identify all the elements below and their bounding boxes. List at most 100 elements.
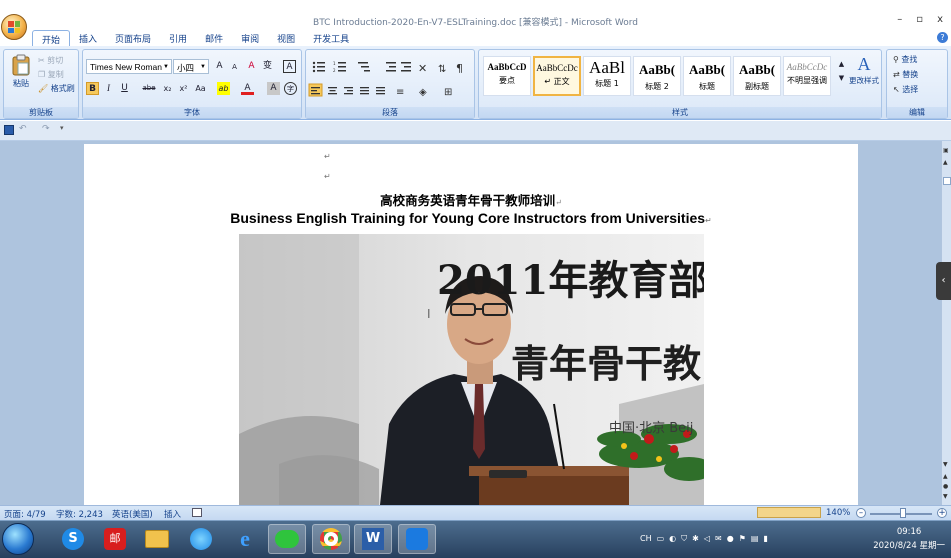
clear-format-button[interactable]: A [245,60,258,73]
input-language[interactable]: CH [640,534,652,544]
macro-record-icon[interactable] [192,508,202,517]
insert-mode[interactable]: 插入 [164,508,181,520]
help-icon[interactable]: ? [937,32,948,43]
italic-button[interactable]: I [102,82,115,95]
page-count[interactable]: 页面: 4/79 [4,508,46,520]
close-button[interactable]: x [937,14,943,25]
start-button[interactable] [2,523,34,555]
chrome-icon[interactable] [312,524,350,554]
save-icon[interactable] [4,125,14,135]
style-normal[interactable]: AaBbCcDc ↵ 正文 [533,56,581,96]
phonetic-guide-button[interactable]: 变 [261,60,274,73]
tab-developer[interactable]: 开发工具 [304,30,358,46]
char-border-button[interactable]: A [283,60,296,73]
zoom-out-button[interactable]: – [856,508,866,518]
style-subtle-emphasis[interactable]: AaBbCcDc 不明显强调 [783,56,831,96]
paragraph-mark: ↵ [324,152,331,161]
font-name-select[interactable]: Times New Roman ▼ [86,59,172,74]
folder-icon[interactable] [138,524,176,554]
find-button[interactable]: ⚲ 查找 [893,54,917,65]
replace-button[interactable]: ⇄ 替换 [893,69,918,80]
undo-icon[interactable]: ↶ [19,124,27,134]
word-icon[interactable]: W [354,524,392,554]
style-bullet[interactable]: AaBbCcD 要点 [483,56,531,96]
ruler-toggle-icon[interactable]: ▣ [943,147,950,155]
document-page[interactable]: ↵ ↵ 高校商务英语青年骨干教师培训↵ Business English Tra… [84,144,858,514]
tab-page-layout[interactable]: 页面布局 [106,30,160,46]
tab-insert[interactable]: 插入 [70,30,106,46]
clock[interactable]: 09:16 2020/8/24 星期一 [873,525,945,553]
paste-button[interactable]: 粘贴 [8,54,34,94]
style-heading-1[interactable]: AaBl 标题 1 [583,56,631,96]
bluetooth-icon[interactable]: ✱ [692,534,699,544]
style-title[interactable]: AaBb(标题 [683,56,731,96]
shrink-font-button[interactable]: A [228,61,241,74]
copy-button[interactable]: ❐ 复制 [38,69,64,80]
document-photo[interactable]: 2011年教育部高等 青年骨干教师 中国·北京 Beij I [239,234,704,514]
font-color-button[interactable]: A [241,82,254,95]
bold-button[interactable]: B [86,82,99,95]
strikethrough-button[interactable]: abe [141,82,157,95]
select-button[interactable]: ↖ 选择 [893,84,918,95]
grow-font-button[interactable]: A [213,60,226,73]
side-panel-toggle[interactable]: ‹ [936,262,951,300]
superscript-button[interactable]: x² [177,82,190,95]
flag-icon[interactable]: ⚑ [739,534,746,544]
language-status[interactable]: 英语(美国) [112,508,153,520]
char-shading-button[interactable]: A [267,82,280,95]
prev-page-icon[interactable]: ▲ [943,473,950,480]
scroll-thumb[interactable] [943,177,951,185]
english-title[interactable]: Business English Training for Young Core… [84,210,858,226]
redo-icon[interactable]: ↷ [42,124,50,134]
scroll-down-icon[interactable]: ▼ [943,461,950,468]
word-count[interactable]: 字数: 2,243 [56,508,103,520]
ie-icon[interactable]: e [226,524,264,554]
wechat-icon[interactable] [268,524,306,554]
font-size-select[interactable]: 小四 ▼ [173,59,209,74]
maximize-button[interactable]: ▫ [916,14,923,25]
view-buttons[interactable] [757,507,821,518]
subscript-button[interactable]: x₂ [161,82,174,95]
wechat-tray-icon[interactable]: ● [727,534,734,544]
change-styles-button[interactable]: A 更改样式 [847,54,881,98]
minimize-button[interactable]: – [897,14,902,25]
asian-layout-icon: ✕ [418,62,427,75]
mail-tray-icon[interactable]: ✉ [715,534,722,544]
shield-icon[interactable]: ⛉ [681,534,687,544]
shading-icon: ◈ [419,87,427,98]
tab-review[interactable]: 审阅 [232,30,268,46]
cut-button[interactable]: ✂ 剪切 [38,55,63,66]
signal-icon[interactable]: ▮ [763,534,767,544]
ribbon: 粘贴 ✂ 剪切 ❐ 复制 🖌 格式刷 剪贴板 Times New Roman ▼ … [0,46,951,120]
style-subtitle[interactable]: AaBb(副标题 [733,56,781,96]
scroll-up-icon[interactable]: ▲ [943,159,950,167]
tab-view[interactable]: 视图 [268,30,304,46]
zoom-in-button[interactable]: + [937,508,947,518]
customize-qat-icon[interactable]: ▾ [60,124,64,132]
sogou-icon[interactable]: S [54,524,92,554]
volume-icon[interactable]: ◁ [704,534,710,544]
browse-object-icon[interactable]: ● [943,483,950,490]
underline-button[interactable]: U [118,82,131,95]
change-case-button[interactable]: Aa [194,82,207,95]
network-icon[interactable]: ◐ [669,534,676,544]
tab-references[interactable]: 引用 [160,30,196,46]
keyboard-icon[interactable]: ▭ [657,534,665,544]
zoom-slider-thumb[interactable] [900,508,906,518]
vertical-scrollbar[interactable]: ▣ ▲ ▼ ▲ ● ▼ [941,141,951,505]
chinese-title[interactable]: 高校商务英语青年骨干教师培训↵ [84,190,858,209]
enclose-char-button[interactable]: 字 [284,82,297,95]
zoom-level[interactable]: 140% [826,508,850,518]
format-painter-button[interactable]: 🖌 格式刷 [38,83,75,94]
next-page-icon[interactable]: ▼ [943,493,950,500]
app-icon[interactable] [398,524,436,554]
printer-icon[interactable]: ▤ [751,534,759,544]
tab-mailings[interactable]: 邮件 [196,30,232,46]
borders-icon: ⊞ [444,87,452,98]
highlight-button[interactable]: ab [217,82,230,95]
netease-mail-icon[interactable]: 邮 [96,524,134,554]
qq-browser-icon[interactable] [182,524,220,554]
office-button[interactable] [1,14,27,40]
style-heading-2[interactable]: AaBb(标题 2 [633,56,681,96]
tab-home[interactable]: 开始 [32,30,71,46]
